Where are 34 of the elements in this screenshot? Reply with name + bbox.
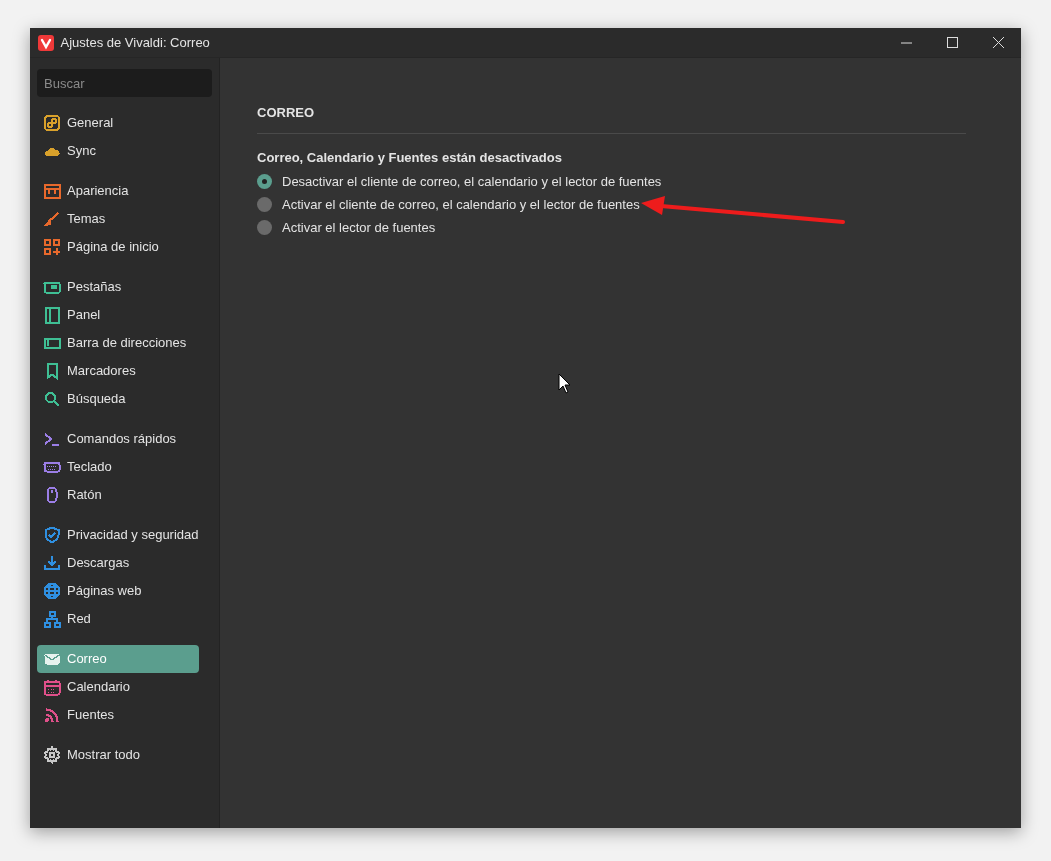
sidebar-item[interactable]: Página de inicio [37, 233, 199, 261]
radio-button[interactable] [257, 174, 272, 190]
sidebar-item[interactable]: Red [37, 605, 199, 633]
option-label[interactable]: Activar el cliente de correo, el calendario y el lector de fuentes [282, 194, 640, 215]
sidebar-item[interactable]: Panel [37, 301, 199, 329]
sidebar-item[interactable]: Búsqueda [37, 385, 199, 413]
sidebar-item[interactable]: Ratón [37, 481, 199, 509]
sidebar-item[interactable]: Calendario [37, 673, 199, 701]
sidebar-item[interactable]: Apariencia [37, 177, 199, 205]
sidebar-item[interactable]: General [37, 109, 199, 137]
sidebar-item[interactable]: Temas [37, 205, 199, 233]
sidebar-item[interactable]: Mostrar todo [37, 741, 199, 769]
sidebar-item[interactable]: Pestañas [37, 273, 199, 301]
mouse-cursor-icon [558, 373, 571, 394]
section-heading: CORREO [257, 105, 966, 134]
sidebar-item[interactable]: Marcadores [37, 357, 199, 385]
sidebar-item[interactable]: Páginas web [37, 577, 199, 605]
radio-button[interactable] [257, 197, 272, 213]
sidebar-item[interactable]: Comandos rápidos [37, 425, 199, 453]
sidebar-item[interactable]: Teclado [37, 453, 199, 481]
window-title: Ajustes de Vivaldi: Correo [60, 33, 210, 52]
sidebar-item[interactable]: Sync [37, 137, 199, 165]
maximize-icon [946, 37, 958, 48]
close-icon [992, 37, 1004, 48]
option-label[interactable]: Activar el lector de fuentes [282, 217, 436, 238]
sidebar-item[interactable]: Fuentes [37, 701, 199, 729]
search-field[interactable]: Buscar [37, 69, 212, 97]
sidebar-item[interactable]: Privacidad y seguridad [37, 521, 199, 549]
radio-button[interactable] [257, 220, 272, 236]
sidebar-item[interactable]: Barra de direcciones [37, 329, 199, 357]
option-label[interactable]: Desactivar el cliente de correo, el calendario y el lector de fuentes [282, 171, 662, 192]
status-text: Correo, Calendario y Fuentes están desactivados [257, 148, 563, 167]
app-logo-icon [38, 34, 54, 51]
sidebar-item[interactable]: Descargas [37, 549, 199, 577]
